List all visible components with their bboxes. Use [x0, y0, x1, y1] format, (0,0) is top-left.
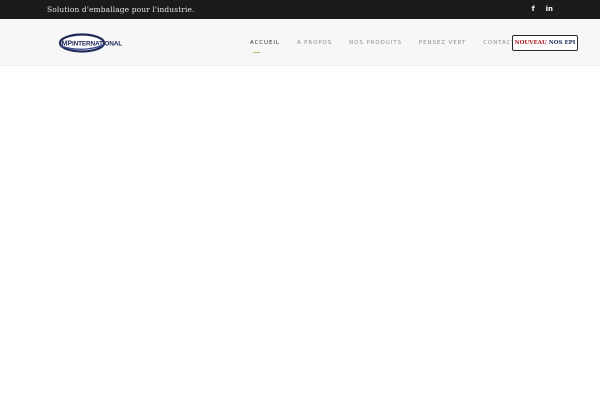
- nav-label: ACCUEIL: [250, 39, 280, 46]
- site-header: MP INTERNATIONAL ACCUEIL À PROPOS NOS PR…: [0, 19, 600, 66]
- logo-prefix: MP: [62, 41, 73, 48]
- nav-item-nos-produits[interactable]: NOS PRODUITS: [349, 40, 402, 46]
- nos-epi-button[interactable]: NOUVEAU NOS EPI: [512, 35, 578, 51]
- cta-new-label: NOUVEAU: [514, 40, 547, 46]
- site-logo[interactable]: MP INTERNATIONAL: [58, 33, 128, 53]
- nav-item-accueil[interactable]: ACCUEIL: [250, 39, 280, 53]
- linkedin-icon[interactable]: in: [546, 6, 553, 13]
- facebook-icon[interactable]: f: [532, 6, 535, 13]
- nav-item-contact[interactable]: CONTACT: [483, 40, 515, 46]
- nav-item-pensez-vert[interactable]: PENSEZ VERT: [419, 40, 466, 46]
- nav-item-a-propos[interactable]: À PROPOS: [297, 40, 332, 46]
- active-indicator: [253, 51, 260, 53]
- tagline: Solution d'emballage pour l'industrie.: [47, 5, 195, 14]
- main-nav: ACCUEIL À PROPOS NOS PRODUITS PENSEZ VER…: [250, 19, 533, 66]
- logo-text: INTERNATIONAL: [72, 41, 122, 48]
- nav-label: CONTACT: [483, 39, 516, 46]
- top-bar: Solution d'emballage pour l'industrie. f…: [0, 0, 600, 19]
- logo-graphic: MP INTERNATIONAL: [58, 33, 122, 53]
- cta-label: NOS EPI: [548, 40, 576, 46]
- social-links: f in: [532, 6, 553, 13]
- nav-label: PENSEZ VERT: [418, 39, 467, 46]
- nav-label: NOS PRODUITS: [349, 39, 402, 46]
- main-content: [0, 67, 600, 400]
- nav-label: À PROPOS: [296, 39, 333, 46]
